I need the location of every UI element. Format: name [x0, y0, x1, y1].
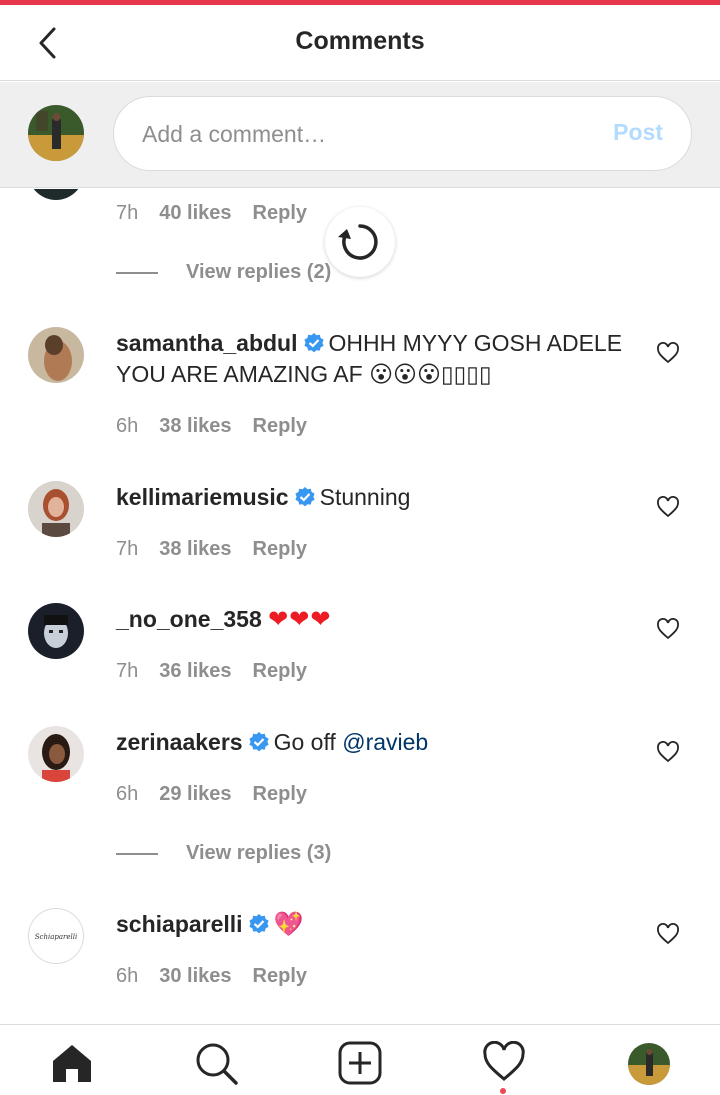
avatar[interactable] — [28, 189, 84, 200]
verified-icon — [248, 914, 269, 934]
verified-icon — [303, 333, 324, 353]
comment-body: schiaparelli 💖 — [116, 909, 636, 940]
avatar[interactable] — [28, 481, 84, 537]
verified-icon — [248, 732, 269, 752]
comment-emoji: 😮😮😮▯▯▯▯ — [369, 362, 492, 388]
comment-emoji: 💖 — [273, 911, 304, 938]
avatar[interactable] — [28, 603, 84, 659]
comment-body: samantha_abdul OHHH MYYY GOSH ADELE YOU A… — [116, 328, 636, 391]
refresh-indicator — [325, 207, 395, 277]
add-icon — [338, 1041, 382, 1085]
heart-outline-icon[interactable] — [656, 342, 680, 364]
comment-username[interactable]: kellimariemusic — [116, 484, 289, 510]
likes-count[interactable]: 38 likes — [159, 415, 231, 438]
comment-time: 7h — [116, 538, 139, 560]
comment-username[interactable]: zerinaakers — [116, 729, 243, 755]
comment-body: kellimariemusic Stunning — [116, 482, 636, 513]
comment-time: 7h — [116, 202, 139, 224]
likes-count[interactable]: 30 likes — [159, 965, 231, 988]
replies-divider — [116, 852, 158, 855]
comment-input[interactable] — [142, 115, 582, 153]
comment-box: Post — [113, 96, 692, 171]
view-replies-button[interactable]: View replies (3) — [116, 842, 331, 865]
comment-text: Go off — [273, 729, 336, 755]
likes-count[interactable]: 40 likes — [159, 202, 231, 225]
comment-body: _no_one_358 ❤❤❤ — [116, 604, 636, 635]
heart-outline-icon[interactable] — [656, 923, 680, 945]
heart-outline-icon[interactable] — [656, 618, 680, 640]
comment-body: zerinaakers Go off @ravieb — [116, 727, 636, 758]
avatar-logo-text: Schiaparelli — [35, 933, 78, 941]
avatar[interactable]: Schiaparelli — [28, 908, 84, 964]
likes-count[interactable]: 38 likes — [159, 538, 231, 561]
search-icon — [196, 1043, 238, 1085]
mention-link[interactable]: @ravieb — [342, 729, 428, 755]
comment-text: Stunning — [319, 484, 411, 510]
tab-profile[interactable] — [628, 1043, 670, 1085]
reply-button[interactable]: Reply — [253, 415, 307, 438]
comment-time: 6h — [116, 415, 139, 437]
comment-meta: 6h 38 likes Reply — [116, 415, 307, 438]
comment-username[interactable]: samantha_abdul — [116, 330, 298, 356]
avatar[interactable] — [28, 726, 84, 782]
comment-time: 7h — [116, 660, 139, 682]
refresh-icon — [338, 224, 378, 260]
heart-outline-icon[interactable] — [656, 496, 680, 518]
current-user-avatar — [28, 105, 84, 161]
reply-button[interactable]: Reply — [253, 538, 307, 561]
likes-count[interactable]: 29 likes — [159, 783, 231, 806]
header: Comments — [0, 5, 720, 81]
likes-count[interactable]: 36 likes — [159, 660, 231, 683]
activity-heart-icon — [483, 1040, 525, 1081]
home-icon — [53, 1045, 91, 1082]
heart-outline-icon[interactable] — [656, 741, 680, 763]
reply-button[interactable]: Reply — [253, 783, 307, 806]
replies-divider — [116, 271, 158, 274]
comment-meta: 6h 30 likes Reply — [116, 965, 307, 988]
view-replies-button[interactable]: View replies (2) — [116, 261, 331, 284]
comment-emoji: ❤❤❤ — [268, 606, 332, 633]
reply-button[interactable]: Reply — [253, 965, 307, 988]
bottom-tab-bar — [0, 1024, 720, 1095]
comment-meta: 7h 36 likes Reply — [116, 660, 307, 683]
tab-home[interactable] — [50, 1041, 94, 1085]
tab-activity[interactable] — [482, 1040, 526, 1085]
notification-dot — [500, 1088, 506, 1094]
comment-meta: 7h 40 likes Reply — [116, 202, 307, 225]
comment-username[interactable]: _no_one_358 — [116, 606, 262, 632]
post-button[interactable]: Post — [613, 119, 663, 146]
view-replies-label: View replies (3) — [186, 842, 332, 864]
reply-button[interactable]: Reply — [253, 202, 307, 225]
comment-meta: 7h 38 likes Reply — [116, 538, 307, 561]
verified-icon — [295, 487, 315, 507]
tab-create[interactable] — [338, 1041, 382, 1085]
comment-time: 6h — [116, 965, 139, 987]
comments-list[interactable]: 7h 40 likes Reply View replies (2) saman… — [0, 189, 720, 1024]
comment-username[interactable]: schiaparelli — [116, 911, 243, 937]
comment-meta: 6h 29 likes Reply — [116, 783, 307, 806]
view-replies-label: View replies (2) — [186, 261, 332, 283]
comment-time: 6h — [116, 783, 139, 805]
page-title: Comments — [295, 27, 425, 55]
comment-composer: Post — [0, 82, 720, 188]
tab-search[interactable] — [194, 1041, 238, 1085]
avatar[interactable] — [28, 327, 84, 383]
reply-button[interactable]: Reply — [253, 660, 307, 683]
